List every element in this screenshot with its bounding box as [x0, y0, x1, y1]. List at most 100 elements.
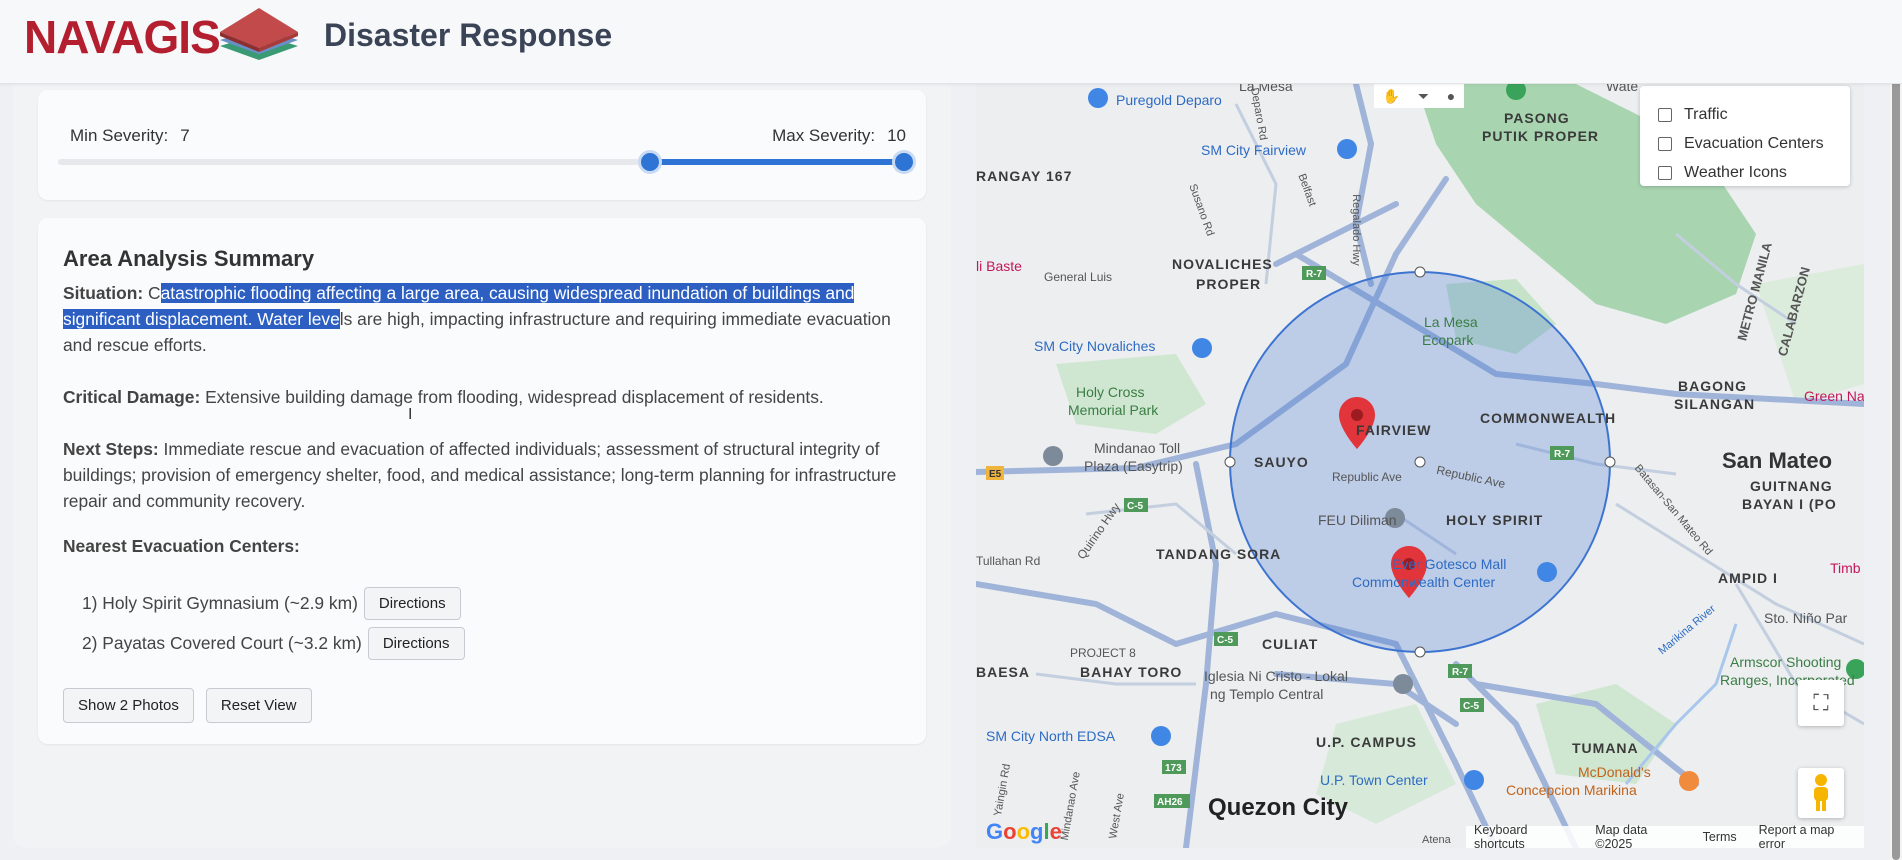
map-label: COMMONWEALTH: [1480, 410, 1617, 426]
map-label: Timb: [1830, 560, 1861, 576]
map-label: PUTIK PROPER: [1482, 128, 1600, 144]
map-label: HOLY SPIRIT: [1446, 512, 1544, 528]
map-label: TANDANG SORA: [1156, 546, 1282, 562]
map-label: Ever Gotesco Mall: [1392, 556, 1507, 572]
svg-text:E5: E5: [989, 469, 1002, 480]
map-label: SM City Novaliches: [1034, 338, 1156, 354]
map-label: San Mateo: [1722, 448, 1833, 473]
scrollbar-thumb[interactable]: [1892, 32, 1900, 860]
next-steps-label: Next Steps:: [63, 439, 159, 459]
text-cursor-icon: I: [408, 406, 413, 423]
svg-text:C-5: C-5: [1463, 701, 1480, 712]
drawing-toolbar: ✋ ⏷ ●: [1374, 84, 1464, 108]
map-label: General Luis: [1044, 270, 1113, 284]
max-severity-value: 10: [887, 126, 906, 145]
critical-damage-paragraph: Critical Damage: Extensive building dama…: [63, 387, 824, 407]
svg-text:C-5: C-5: [1127, 501, 1144, 512]
map-label: Concepcion Marikina: [1506, 782, 1637, 798]
map-label: Tullahan Rd: [976, 554, 1041, 568]
map-label: SAUYO: [1254, 454, 1309, 470]
svg-text:R-7: R-7: [1554, 449, 1571, 460]
fullscreen-button[interactable]: ⛶: [1798, 680, 1844, 726]
map-label: Holy Cross: [1076, 384, 1145, 400]
map-label: SM City Fairview: [1201, 142, 1307, 158]
reset-view-button[interactable]: Reset View: [205, 688, 312, 723]
situation-label: Situation:: [63, 283, 144, 303]
show-photos-button[interactable]: Show 2 Photos: [63, 688, 194, 723]
navagis-logo-icon: [220, 8, 298, 60]
svg-text:AH26: AH26: [1157, 797, 1183, 808]
map-label: FEU Diliman: [1318, 512, 1397, 528]
map-label: U.P. Town Center: [1320, 772, 1428, 788]
summary-title: Area Analysis Summary: [63, 246, 315, 271]
evacuation-center-item: 2) Payatas Covered Court (~3.2 km) Direc…: [82, 627, 465, 660]
map-label: Puregold Deparo: [1116, 92, 1222, 108]
traffic-toggle[interactable]: Traffic: [1658, 106, 1832, 124]
map-label: NOVALICHES: [1172, 256, 1273, 272]
map-label: ng Templo Central: [1210, 686, 1324, 702]
map-view[interactable]: R-7 E5 C-5 C-5 R-7 R-7 C-5 173 AH26 Pure…: [976, 84, 1864, 848]
evacuation-center-item: 1) Holy Spirit Gymnasium (~2.9 km) Direc…: [82, 587, 461, 620]
map-label: PROPER: [1196, 276, 1262, 292]
map-attribution: Keyboard shortcuts Map data ©2025 Terms …: [1466, 823, 1864, 848]
map-label: BAESA: [976, 664, 1031, 680]
hand-pan-icon[interactable]: ✋: [1383, 88, 1400, 105]
weather-icons-toggle[interactable]: Weather Icons: [1658, 164, 1832, 182]
map-label: Republic Ave: [1332, 470, 1402, 484]
keyboard-shortcuts-link[interactable]: Keyboard shortcuts: [1474, 823, 1573, 848]
fullscreen-icon: ⛶: [1813, 690, 1829, 715]
map-label: AMPID I: [1718, 570, 1778, 586]
left-panel: Min Severity: 7 Max Severity: 10 Area Anal…: [13, 84, 951, 848]
pegman-icon: [1814, 774, 1828, 811]
map-label: PASONG: [1504, 110, 1570, 126]
checkbox[interactable]: [1658, 137, 1672, 151]
next-steps-paragraph: Next Steps: Immediate rescue and evacuat…: [63, 439, 897, 511]
min-severity-value: 7: [180, 126, 190, 145]
severity-slider-card: Min Severity: 7 Max Severity: 10: [38, 90, 926, 200]
map-label: Ecopark: [1422, 332, 1474, 348]
summary-actions: Show 2 Photos Reset View: [63, 688, 312, 723]
map-data-label: Map data ©2025: [1595, 823, 1648, 848]
page-scrollbar[interactable]: [1890, 0, 1902, 860]
directions-button[interactable]: Directions: [367, 627, 465, 660]
directions-button[interactable]: Directions: [363, 587, 461, 620]
checkbox[interactable]: [1658, 166, 1672, 180]
street-view-pegman[interactable]: [1798, 768, 1844, 818]
map-label: Commonwealth Center: [1352, 574, 1496, 590]
report-error-link[interactable]: Report a map error: [1759, 823, 1856, 848]
map-label: U.P. CAMPUS: [1316, 734, 1417, 750]
map-label: Quezon City: [1208, 794, 1349, 821]
evacuation-centers-toggle[interactable]: Evacuation Centers: [1658, 135, 1832, 153]
terms-link[interactable]: Terms: [1703, 830, 1737, 844]
google-logo[interactable]: Google: [986, 819, 1062, 845]
max-severity-handle[interactable]: [892, 150, 916, 174]
polygon-draw-icon[interactable]: ⏷: [1418, 88, 1429, 105]
layer-toggle-panel: Traffic Evacuation Centers Weather Icons: [1640, 86, 1850, 186]
map-label: McDonald's: [1578, 764, 1651, 780]
min-severity-label: Min Severity: 7: [70, 126, 190, 145]
brand-name: NAVAGIS: [24, 11, 221, 63]
map-label: Regalado Hwy: [1349, 194, 1362, 266]
situation-paragraph: Situation: Catastrophic flooding affecti…: [63, 283, 891, 355]
map-label: SM City North EDSA: [986, 728, 1116, 744]
map-label: La Mesa: [1239, 84, 1293, 94]
min-severity-handle[interactable]: [638, 150, 663, 174]
map-label: SILANGAN: [1674, 396, 1756, 412]
circle-draw-icon[interactable]: ●: [1447, 88, 1455, 104]
page-title: Disaster Response: [324, 17, 613, 53]
map-label: BAHAY TORO: [1080, 664, 1183, 680]
area-analysis-card: Area Analysis Summary Situation: Catastr…: [38, 218, 926, 744]
checkbox[interactable]: [1658, 108, 1672, 122]
severity-range-fill: [650, 159, 904, 165]
critical-damage-label: Critical Damage:: [63, 387, 201, 407]
app-header: NAVAGIS Disaster Response: [0, 0, 1902, 84]
map-label: CULIAT: [1262, 636, 1319, 652]
map-label: li Baste: [976, 258, 1022, 274]
evacuation-heading: Nearest Evacuation Centers:: [63, 536, 300, 556]
severity-range-track[interactable]: [58, 150, 916, 174]
svg-text:C-5: C-5: [1217, 635, 1234, 646]
map-label: Wate: [1606, 84, 1639, 94]
map-label: TUMANA: [1572, 740, 1639, 756]
map-label: GUITNANG: [1750, 478, 1833, 494]
map-label: Memorial Park: [1068, 402, 1159, 418]
